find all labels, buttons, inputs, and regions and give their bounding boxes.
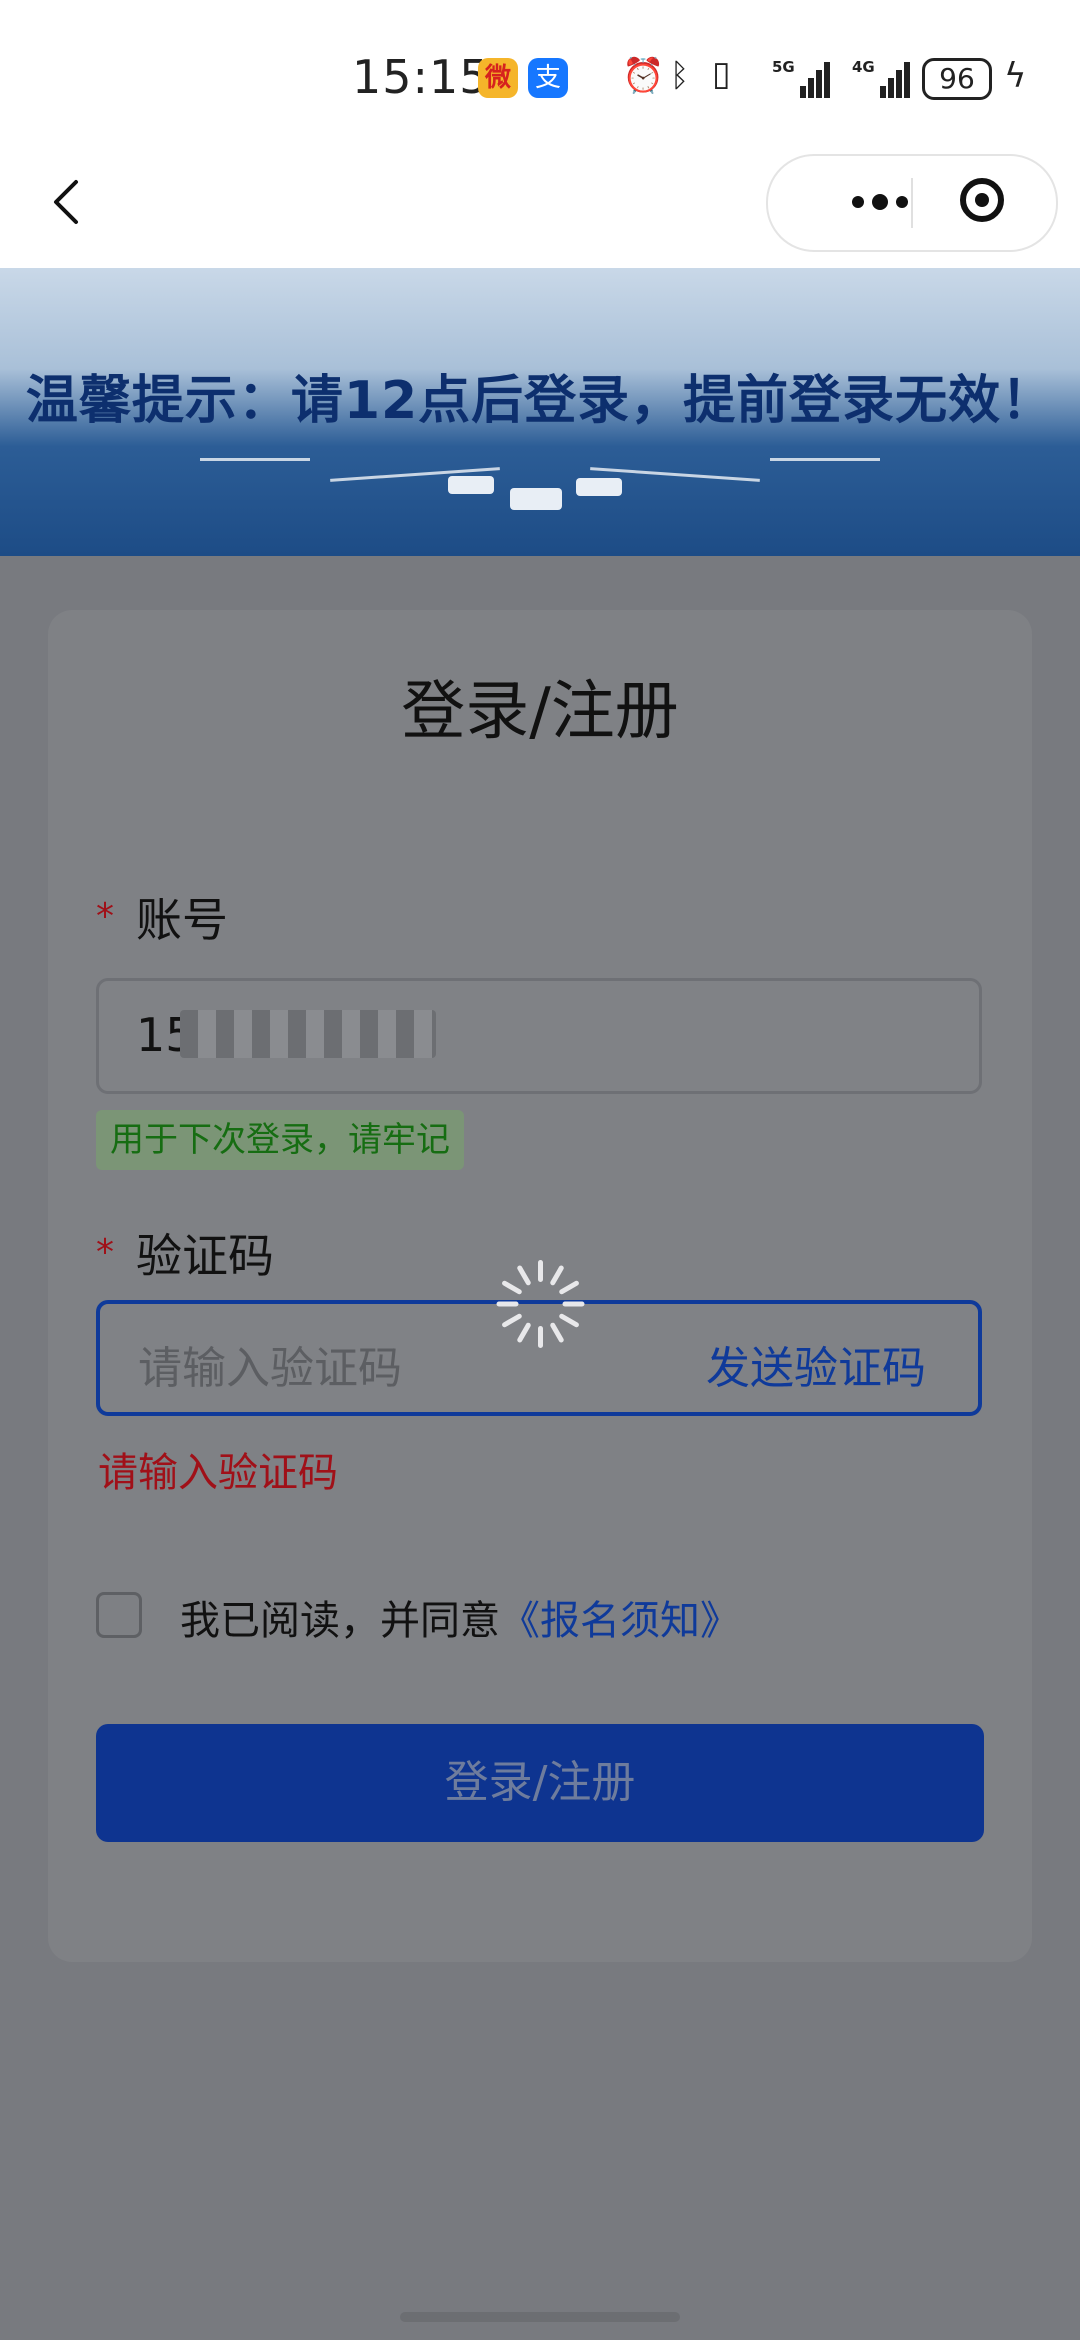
back-arrow-icon[interactable]	[40, 172, 100, 232]
status-time: 15:15	[352, 50, 490, 104]
signal-4g-icon: 4G	[852, 58, 912, 98]
account-label: 账号	[136, 893, 228, 947]
charging-icon: ϟ	[1004, 56, 1027, 96]
required-marker: *	[96, 896, 114, 937]
page-title: 登录/注册	[401, 675, 679, 749]
code-error-message: 请输入验证码	[98, 1450, 338, 1496]
registration-notice-link[interactable]: 《报名须知》	[500, 1598, 740, 1644]
login-register-button[interactable]: 登录/注册	[96, 1724, 984, 1842]
agree-text: 我已阅读，并同意	[180, 1598, 500, 1644]
code-placeholder: 请输入验证码	[138, 1343, 402, 1394]
more-menu-icon[interactable]	[808, 156, 908, 250]
nav-bar	[0, 150, 1080, 268]
miniprogram-capsule	[766, 154, 1058, 252]
agree-checkbox[interactable]	[96, 1592, 142, 1638]
bluetooth-icon: ᛒ	[670, 56, 690, 94]
send-code-button[interactable]: 发送验证码	[706, 1332, 926, 1396]
home-indicator[interactable]	[400, 2312, 680, 2322]
alipay-icon: 支	[528, 58, 568, 98]
capsule-divider	[911, 178, 913, 228]
notice-banner: 温馨提示：请12点后登录，提前登录无效！	[0, 268, 1080, 556]
required-marker: *	[96, 1232, 114, 1273]
battery-indicator: 96	[922, 58, 992, 100]
redacted-account-digits	[180, 1010, 436, 1058]
signal-5g-icon: 5G	[772, 58, 832, 98]
alarm-icon: ⏰	[622, 56, 665, 96]
banner-notice-text: 温馨提示：请12点后登录，提前登录无效！	[25, 371, 1055, 431]
vibrate-icon: ▯	[712, 54, 731, 94]
status-bar: 15:15 微 支 ⏰ ᛒ ▯ 5G 4G 96 ϟ	[0, 0, 1080, 150]
code-label: 验证码	[136, 1229, 274, 1283]
account-hint: 用于下次登录，请牢记	[96, 1110, 464, 1170]
agree-statement: 我已阅读，并同意《报名须知》	[180, 1588, 740, 1646]
loading-spinner-icon	[494, 1258, 586, 1350]
weibo-icon: 微	[478, 58, 518, 98]
close-miniprogram-icon[interactable]	[960, 178, 1004, 222]
